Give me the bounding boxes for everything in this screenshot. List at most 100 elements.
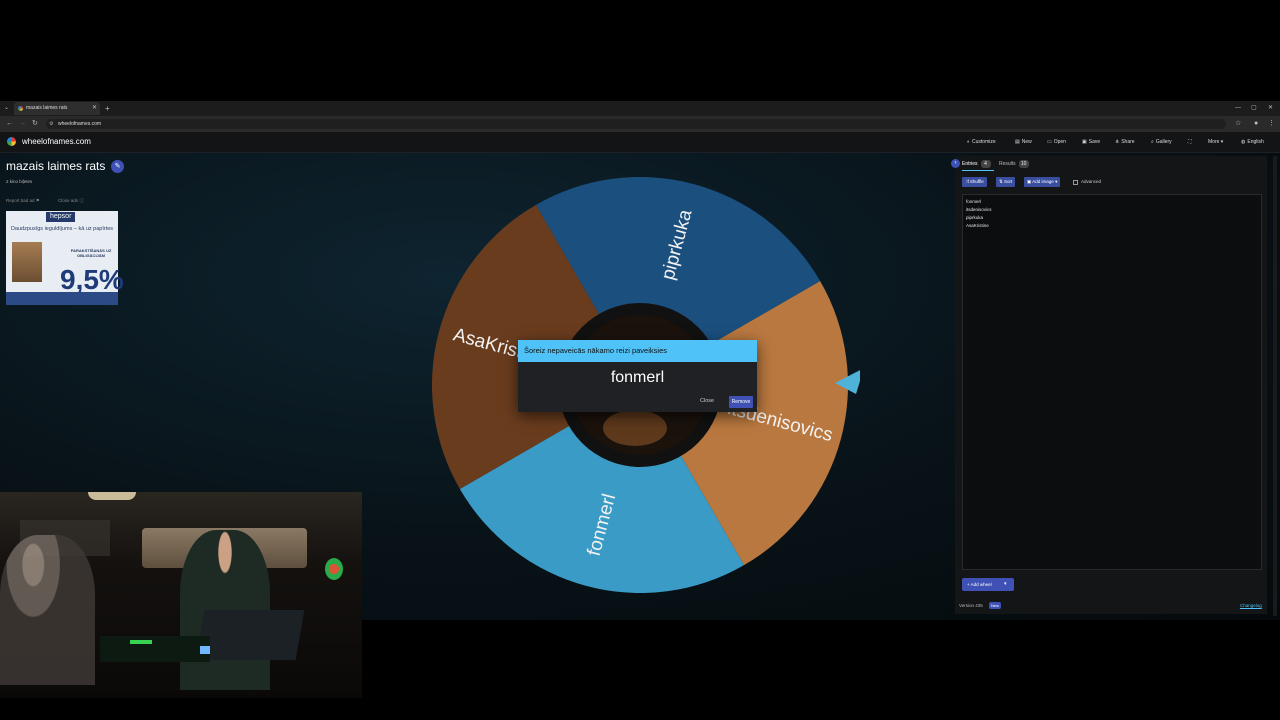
- maximize-icon[interactable]: ▢: [1251, 102, 1257, 115]
- edit-pencil-icon[interactable]: ✎: [111, 160, 124, 173]
- sort-button[interactable]: ⇅ Sort: [996, 177, 1016, 187]
- url-field[interactable]: wheelofnames.com: [46, 119, 1226, 129]
- minimize-icon[interactable]: —: [1235, 102, 1241, 115]
- dialog-title: Šoreiz nepaveicās nākamo reizi paveiksie…: [518, 340, 757, 362]
- image-icon: ▣: [1027, 179, 1032, 184]
- back-icon[interactable]: ←: [6, 118, 13, 130]
- advanced-checkbox[interactable]: [1073, 180, 1078, 185]
- webcam-ceiling-light: [88, 492, 136, 500]
- header-button-label: New: [1021, 139, 1032, 145]
- tab-entries[interactable]: Entries 4: [962, 160, 991, 168]
- header-button-save[interactable]: ▣ Save: [1082, 138, 1100, 146]
- site-info-icon[interactable]: ⚙: [49, 120, 53, 128]
- report-bad-ad-link[interactable]: Report bad ad ⚑: [6, 198, 40, 204]
- tab-close-icon[interactable]: ✕: [92, 102, 97, 115]
- entries-count-badge: 4: [980, 160, 991, 168]
- webcam-green-light: [130, 640, 152, 644]
- flag-icon: ⚑: [35, 198, 40, 203]
- version-new-badge: New: [989, 602, 1002, 609]
- file-icon: ▤: [1015, 139, 1020, 145]
- tab-entries-label: Entries: [962, 161, 978, 167]
- ad-footer-band: [6, 292, 118, 305]
- wheel-subtitle: 2 kino biļetes: [6, 179, 33, 184]
- header-button-label: Share: [1121, 139, 1135, 145]
- entry-line: AsaKristine: [966, 223, 989, 228]
- header-button-gallery[interactable]: ⌕ Gallery: [1151, 138, 1172, 146]
- add-image-button[interactable]: ▣ Add image ▾: [1024, 177, 1061, 187]
- header-button-more[interactable]: More ▾: [1208, 138, 1223, 146]
- globe-icon: ◍: [1241, 139, 1246, 145]
- entry-line: piprkuka: [966, 215, 984, 220]
- logo-icon[interactable]: [7, 137, 16, 146]
- reload-icon[interactable]: ↻: [32, 118, 38, 130]
- share-icon: ⋔: [1115, 139, 1120, 145]
- entry-line: fonmerl: [966, 199, 982, 204]
- wheel-center-fire: [603, 410, 667, 446]
- webcam-laptop: [195, 610, 305, 660]
- site-logo[interactable]: wheelofnames.com: [22, 137, 91, 147]
- ad-brand: hepsor: [46, 212, 76, 222]
- header-button-open[interactable]: ▭ Open: [1047, 138, 1066, 146]
- tab-search-icon[interactable]: ⌄: [4, 102, 9, 115]
- new-tab-icon[interactable]: +: [105, 102, 110, 115]
- bookmark-star-icon[interactable]: ☆: [1235, 118, 1241, 130]
- report-bad-ad-label: Report bad ad: [6, 198, 35, 203]
- advanced-label: Advanced: [1081, 179, 1102, 184]
- winner-name: fonmerl: [610, 369, 665, 386]
- page-scrollbar[interactable]: [1273, 156, 1277, 616]
- dialog-close-button[interactable]: Close: [700, 397, 714, 406]
- tab-favicon-icon: [18, 106, 23, 111]
- browser-menu-icon[interactable]: ⋮: [1268, 118, 1275, 130]
- header-button-label: English: [1247, 139, 1264, 145]
- header-button-customize[interactable]: ◐ Customize: [967, 138, 996, 146]
- save-icon: ▣: [1082, 139, 1087, 145]
- plus-icon: +: [967, 582, 970, 587]
- webcam-blue-light: [200, 646, 210, 654]
- collapse-panel-icon[interactable]: ›: [951, 159, 960, 168]
- webcam-floor: [100, 636, 210, 662]
- header-button-share[interactable]: ⋔ Share: [1115, 138, 1135, 146]
- results-count-badge: 10: [1018, 160, 1029, 168]
- fullscreen-icon: ⛶: [1188, 139, 1192, 145]
- chevron-down-icon: ▾: [1055, 179, 1058, 184]
- add-wheel-label: Add wheel: [970, 582, 992, 587]
- wheel-title: mazais laimes rats: [6, 159, 106, 173]
- header-button-label: Customize: [972, 139, 996, 145]
- ad-small-text: PARAKSTĪŠANĀS UZ OBLIGĀCIJĀM: [70, 248, 112, 258]
- browser-tab[interactable]: mazais laimes rats: [14, 102, 100, 115]
- header-button-new[interactable]: ▤ New: [1015, 138, 1032, 146]
- add-wheel-dropdown-icon[interactable]: ▾: [1004, 578, 1007, 591]
- header-button-label: Save: [1088, 139, 1101, 145]
- ad-building-image: [12, 242, 42, 282]
- dialog-remove-button[interactable]: Remove: [729, 396, 753, 408]
- header-button-label: More ▾: [1208, 139, 1224, 145]
- header-button-fullscreen[interactable]: ⛶: [1188, 138, 1194, 146]
- browser-tab-bar: [0, 101, 1280, 116]
- sort-label: Sort: [1004, 179, 1013, 184]
- changelog-link[interactable]: Changelog: [1240, 602, 1262, 609]
- close-ads-link[interactable]: Close ads ⓘ: [58, 198, 84, 204]
- tab-results[interactable]: Results 10: [999, 160, 1029, 168]
- webcam-side-light: [325, 558, 343, 580]
- search-icon: ⌕: [1151, 139, 1154, 145]
- shuffle-icon: ⤨: [965, 179, 969, 184]
- entry-line: itsdenisovics: [966, 207, 992, 212]
- ad-headline: Daudzpusīgs ieguldījums – kā uz papīrtes: [10, 226, 114, 232]
- profile-avatar-icon[interactable]: ●: [1254, 118, 1258, 130]
- close-window-icon[interactable]: ✕: [1268, 102, 1273, 115]
- ad-rate: 9,5%: [60, 264, 124, 295]
- header-button-english[interactable]: ◍ English: [1241, 138, 1264, 146]
- folder-icon: ▭: [1047, 139, 1052, 145]
- shuffle-button[interactable]: ⤨ Shuffle: [962, 177, 987, 187]
- add-image-label: Add image: [1032, 179, 1054, 184]
- entries-textarea[interactable]: [962, 194, 1262, 570]
- active-tab-indicator: [962, 170, 994, 171]
- header-button-label: Open: [1053, 139, 1066, 145]
- version-text: Version 435: [959, 603, 983, 608]
- forward-icon[interactable]: →: [19, 118, 26, 130]
- webcam-person-left: [0, 535, 95, 685]
- sort-icon: ⇅: [999, 179, 1003, 184]
- tab-results-label: Results: [999, 161, 1016, 167]
- close-ads-label: Close ads: [58, 198, 79, 203]
- header-button-label: Gallery: [1155, 139, 1172, 145]
